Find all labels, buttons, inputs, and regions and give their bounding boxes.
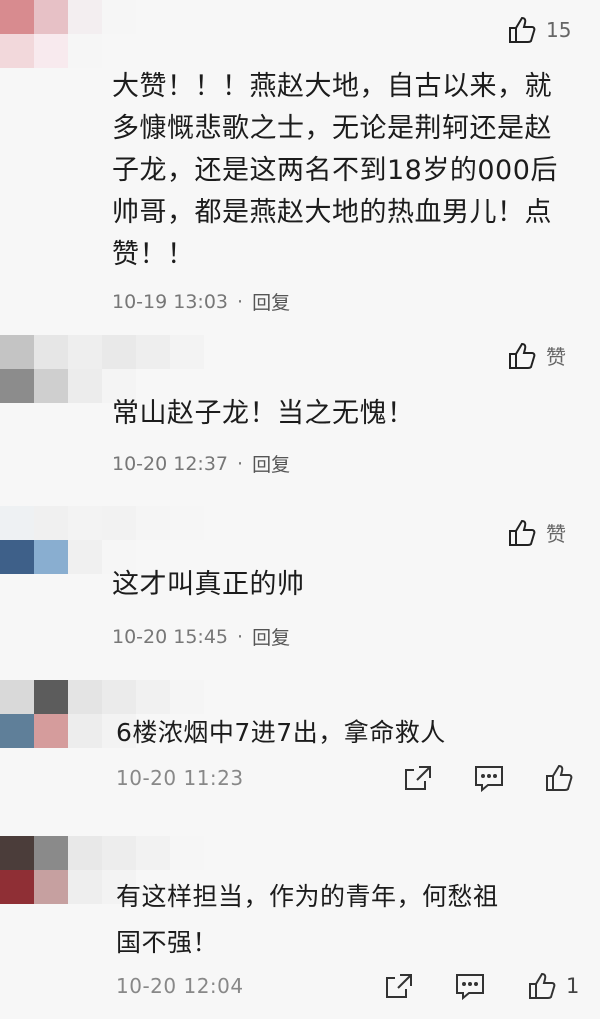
thumbs-up-icon — [546, 764, 573, 791]
avatar-mosaic-cell — [102, 335, 136, 369]
avatar-mosaic-cell — [68, 369, 102, 403]
avatar-mosaic-cell — [102, 836, 136, 870]
avatar-mosaic-cell — [68, 540, 102, 574]
avatar-mosaic-cell — [68, 870, 102, 904]
avatar-mosaic-cell — [102, 0, 136, 34]
comment-5: 有这样担当，作为的青年，何愁祖国不强！ 10-20 12:04 1 — [0, 836, 600, 1019]
separator-dot: · — [237, 290, 244, 313]
avatar-mosaic-cell — [68, 714, 102, 748]
avatar-mosaic-cell — [136, 0, 170, 34]
like-label: 赞 — [546, 345, 566, 369]
like-count: 1 — [566, 974, 580, 998]
comment-text: 常山赵子龙！当之无愧！ — [112, 398, 415, 429]
avatar-mosaic-cell — [170, 680, 204, 714]
like-count: 15 — [546, 18, 572, 42]
avatar-mosaic-cell — [0, 870, 34, 904]
avatar-mosaic-cell — [34, 870, 68, 904]
avatar-mosaic-cell — [102, 680, 136, 714]
avatar-mosaic-cell — [34, 34, 68, 68]
avatar-mosaic-cell — [170, 34, 204, 68]
comment-button[interactable] — [474, 764, 504, 796]
avatar-mosaic-cell — [170, 836, 204, 870]
share-icon — [386, 974, 412, 998]
share-button[interactable] — [384, 972, 414, 1004]
like-button[interactable]: 赞 — [508, 518, 566, 547]
avatar[interactable] — [0, 0, 204, 68]
comment-2: 赞 常山赵子龙！当之无愧！ 10-20 12:37 · 回复 — [0, 335, 600, 500]
avatar-mosaic-cell — [102, 506, 136, 540]
avatar-mosaic-cell — [0, 335, 34, 369]
thumbs-up-icon — [509, 16, 536, 43]
avatar-mosaic-cell — [0, 836, 34, 870]
avatar-mosaic-cell — [34, 0, 68, 34]
share-icon — [405, 766, 431, 790]
share-button[interactable] — [403, 764, 433, 796]
like-button[interactable]: 15 — [508, 16, 571, 44]
comment-date: 10-20 15:45 — [112, 625, 229, 648]
avatar-mosaic-cell — [170, 0, 204, 34]
comment-date: 10-20 11:23 — [116, 766, 244, 790]
avatar-mosaic-cell — [68, 34, 102, 68]
avatar-mosaic-cell — [0, 680, 34, 714]
avatar-mosaic-cell — [136, 680, 170, 714]
comment-date: 10-20 12:04 — [116, 974, 244, 998]
comment-meta: 10-20 15:45 · 回复 — [112, 623, 290, 650]
avatar-mosaic-cell — [136, 335, 170, 369]
comment-text: 这才叫真正的帅 — [112, 569, 305, 600]
avatar-mosaic-cell — [68, 836, 102, 870]
avatar-mosaic-cell — [34, 506, 68, 540]
avatar-mosaic-cell — [0, 369, 34, 403]
comment-text: 有这样担当，作为的青年，何愁祖国不强！ — [116, 882, 499, 957]
avatar-mosaic-cell — [34, 540, 68, 574]
avatar-mosaic-cell — [68, 680, 102, 714]
comment-4: 6楼浓烟中7进7出，拿命救人 10-20 11:23 — [0, 680, 600, 820]
like-label: 赞 — [546, 522, 566, 546]
comment-icon — [456, 974, 484, 1001]
avatar-mosaic-cell — [0, 506, 34, 540]
reply-button[interactable]: 回复 — [252, 288, 290, 315]
comment-1: 15 大赞！！！燕赵大地，自古以来，就多慷慨悲歌之士，无论是荆轲还是赵子龙，还是… — [0, 0, 600, 330]
avatar-mosaic-cell — [34, 836, 68, 870]
reply-button[interactable]: 回复 — [252, 623, 290, 650]
comment-button[interactable] — [455, 972, 485, 1004]
comment-meta: 10-20 12:37 · 回复 — [112, 450, 290, 477]
like-button[interactable] — [545, 764, 575, 796]
comment-icon — [475, 766, 503, 793]
avatar-mosaic-cell — [136, 34, 170, 68]
comment-text: 6楼浓烟中7进7出，拿命救人 — [116, 718, 446, 747]
avatar-mosaic-cell — [170, 506, 204, 540]
like-button[interactable]: 赞 — [508, 341, 566, 370]
avatar-mosaic-cell — [0, 0, 34, 34]
thumbs-up-icon — [529, 972, 556, 999]
avatar-mosaic-cell — [0, 714, 34, 748]
avatar-mosaic-cell — [34, 680, 68, 714]
reply-button[interactable]: 回复 — [252, 450, 290, 477]
avatar-mosaic-cell — [34, 369, 68, 403]
comment-date: 10-19 13:03 — [112, 290, 229, 313]
avatar-mosaic-cell — [68, 506, 102, 540]
avatar-mosaic-cell — [68, 335, 102, 369]
comment-date: 10-20 12:37 — [112, 452, 229, 475]
thumbs-up-icon — [509, 519, 536, 546]
comment-text: 大赞！！！燕赵大地，自古以来，就多慷慨悲歌之士，无论是荆轲还是赵子龙，还是这两名… — [112, 71, 558, 270]
like-button[interactable]: 1 — [528, 972, 579, 1000]
avatar-mosaic-cell — [170, 335, 204, 369]
avatar-mosaic-cell — [0, 34, 34, 68]
avatar-mosaic-cell — [102, 34, 136, 68]
avatar-mosaic-cell — [0, 540, 34, 574]
comment-3: 赞 这才叫真正的帅 10-20 15:45 · 回复 — [0, 506, 600, 666]
avatar-mosaic-cell — [136, 506, 170, 540]
separator-dot: · — [237, 452, 244, 475]
avatar-mosaic-cell — [136, 836, 170, 870]
avatar-mosaic-cell — [68, 0, 102, 34]
avatar-mosaic-cell — [34, 335, 68, 369]
thumbs-up-icon — [509, 342, 536, 369]
avatar-mosaic-cell — [34, 714, 68, 748]
separator-dot: · — [237, 625, 244, 648]
comment-meta: 10-19 13:03 · 回复 — [112, 288, 290, 315]
